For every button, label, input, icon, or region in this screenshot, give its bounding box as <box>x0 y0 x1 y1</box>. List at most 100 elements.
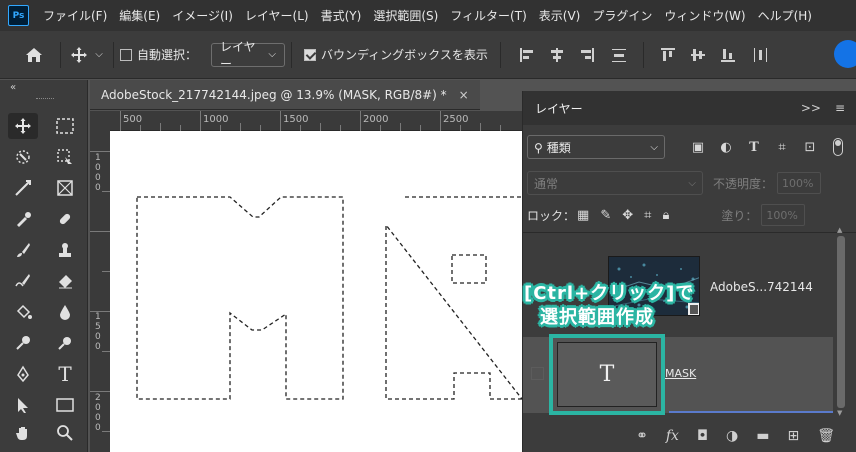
burn-tool-button[interactable] <box>50 330 80 356</box>
align-vertical-centers-icon[interactable] <box>686 47 710 63</box>
annotation-text-line1: [Ctrl+クリック]で <box>524 283 695 304</box>
type-tool-button[interactable]: T <box>50 361 80 387</box>
pen-tool-button[interactable] <box>8 361 38 387</box>
menu-image[interactable]: イメージ(I) <box>166 7 239 24</box>
layers-tab[interactable]: レイヤー <box>535 100 583 117</box>
lock-artboard-icon[interactable]: ⌗ <box>644 208 651 223</box>
lock-transparent-icon[interactable]: ▦ <box>577 208 589 223</box>
folder-icon[interactable]: ▬ <box>756 428 769 444</box>
menu-edit[interactable]: 編集(E) <box>113 7 166 24</box>
filter-toggle[interactable] <box>833 138 843 156</box>
menu-select[interactable]: 選択範囲(S) <box>367 7 444 24</box>
move-tool-icon[interactable] <box>67 46 91 64</box>
smart-object-filter-icon[interactable]: ⊡ <box>803 140 817 155</box>
mask-icon[interactable]: ◘ <box>697 428 708 444</box>
selection-letter-a-hole <box>451 254 487 284</box>
vertical-ruler[interactable]: 1000 1500 2000 <box>90 131 110 452</box>
collapse-icon[interactable]: >> <box>801 101 821 115</box>
blur-tool-button[interactable] <box>50 299 80 325</box>
ruler-label-vertical: 1000 <box>95 153 101 193</box>
trash-icon[interactable]: 🗑︎ <box>817 428 835 444</box>
visibility-toggle[interactable] <box>531 367 544 380</box>
lock-all-icon[interactable]: 🔒︎ <box>662 208 669 223</box>
eyedropper-tool-button[interactable] <box>8 206 38 232</box>
distribute-horizontal-icon[interactable] <box>748 47 772 63</box>
distribute-vertical-icon[interactable] <box>607 47 631 63</box>
dodge-tool-button[interactable] <box>8 330 38 356</box>
document-canvas[interactable] <box>110 131 522 452</box>
adjustment-filter-icon[interactable]: ◐ <box>719 140 733 155</box>
chevron-down-icon[interactable]: ⌵ <box>91 49 107 60</box>
annotation-highlight-box <box>549 334 665 415</box>
lock-position-icon[interactable]: ✥ <box>622 208 633 223</box>
filter-kind-dropdown[interactable]: ⚲ 種類 ⌵ <box>527 135 665 159</box>
path-select-tool-button[interactable] <box>8 392 38 418</box>
layer-name: MASK <box>665 367 697 380</box>
scrollbar[interactable] <box>837 236 845 408</box>
shape-filter-icon[interactable]: ⌗ <box>775 140 789 155</box>
fx-icon[interactable]: fx <box>666 428 679 444</box>
brush-tool-button[interactable] <box>8 237 38 263</box>
menu-window[interactable]: ウィンドウ(W) <box>658 7 751 24</box>
history-brush-tool-button[interactable] <box>8 268 38 294</box>
panel-menu-icon[interactable]: ≡ <box>835 101 845 115</box>
menu-view[interactable]: 表示(V) <box>533 7 587 24</box>
align-right-edges-icon[interactable] <box>575 47 599 63</box>
scroll-up-icon[interactable]: ▲ <box>837 226 842 234</box>
fill-label: 塗り： <box>721 208 758 223</box>
adjustment-icon[interactable]: ◑ <box>726 428 738 444</box>
menu-file[interactable]: ファイル(F) <box>37 7 113 24</box>
ps-logo-icon[interactable]: Ps <box>8 5 29 26</box>
auto-select-target-dropdown[interactable]: レイヤー ⌵ <box>211 40 286 71</box>
frame-tool-button[interactable] <box>50 175 80 201</box>
align-horizontal-centers-icon[interactable] <box>545 47 569 63</box>
close-icon[interactable]: × <box>459 88 469 102</box>
auto-select-checkbox[interactable] <box>120 48 132 61</box>
zoom-tool-button[interactable] <box>50 420 80 446</box>
divider <box>113 41 114 68</box>
type-filter-icon[interactable]: T <box>747 140 761 155</box>
ruler-label: 1500 <box>283 114 309 125</box>
marquee-tool-button[interactable] <box>50 113 80 139</box>
eraser-tool-button[interactable] <box>50 268 80 294</box>
hand-tool-button[interactable] <box>8 420 38 446</box>
menu-filter[interactable]: フィルター(T) <box>444 7 532 24</box>
ruler-label: 2000 <box>363 114 389 125</box>
menu-help[interactable]: ヘルプ(H) <box>752 7 818 24</box>
lock-label: ロック： <box>527 208 576 223</box>
menu-plugins[interactable]: プラグイン <box>586 7 658 24</box>
layers-panel-header: レイヤー >> ≡ <box>523 91 856 125</box>
panel-grip[interactable] <box>36 98 54 101</box>
fill-field[interactable]: 100% <box>761 204 806 226</box>
drop-indicator <box>669 411 833 413</box>
menu-layer[interactable]: レイヤー(L) <box>239 7 315 24</box>
share-button[interactable] <box>834 40 856 68</box>
quick-select-tool-button[interactable] <box>50 144 80 170</box>
search-icon: ⚲ <box>534 140 543 155</box>
blend-mode-dropdown[interactable]: 通常 ⌵ <box>527 171 703 195</box>
horizontal-ruler[interactable]: 500 1000 1500 2000 2500 <box>110 111 522 131</box>
object-select-tool-button[interactable] <box>8 144 38 170</box>
align-left-edges-icon[interactable] <box>515 47 539 63</box>
blend-row: 通常 ⌵ 不透明度： 100% <box>527 171 853 195</box>
align-bottom-edges-icon[interactable] <box>716 47 740 63</box>
link-icon[interactable]: ⚭ <box>636 428 648 444</box>
scroll-down-icon[interactable]: ▼ <box>837 409 842 417</box>
pixel-filter-icon[interactable]: ▣ <box>691 140 705 155</box>
bounding-box-checkbox[interactable] <box>304 48 317 61</box>
spot-healing-tool-button[interactable] <box>50 206 80 232</box>
opacity-field[interactable]: 100% <box>777 172 822 194</box>
move-tool-button[interactable] <box>8 113 38 139</box>
align-top-edges-icon[interactable] <box>656 47 680 63</box>
home-icon[interactable] <box>14 47 54 63</box>
document-tab[interactable]: AdobeStock_217742144.jpeg @ 13.9% (MASK,… <box>90 80 480 110</box>
paint-bucket-tool-button[interactable] <box>8 299 38 325</box>
menu-type[interactable]: 書式(Y) <box>315 7 368 24</box>
collapse-panel-icon[interactable]: « <box>10 82 16 93</box>
rectangle-tool-button[interactable] <box>50 392 80 418</box>
new-layer-icon[interactable]: ⊞ <box>787 428 799 444</box>
lock-image-icon[interactable]: ✎ <box>600 208 611 223</box>
selection-outline <box>136 196 522 400</box>
clone-stamp-tool-button[interactable] <box>50 237 80 263</box>
crop-tool-button[interactable] <box>8 175 38 201</box>
